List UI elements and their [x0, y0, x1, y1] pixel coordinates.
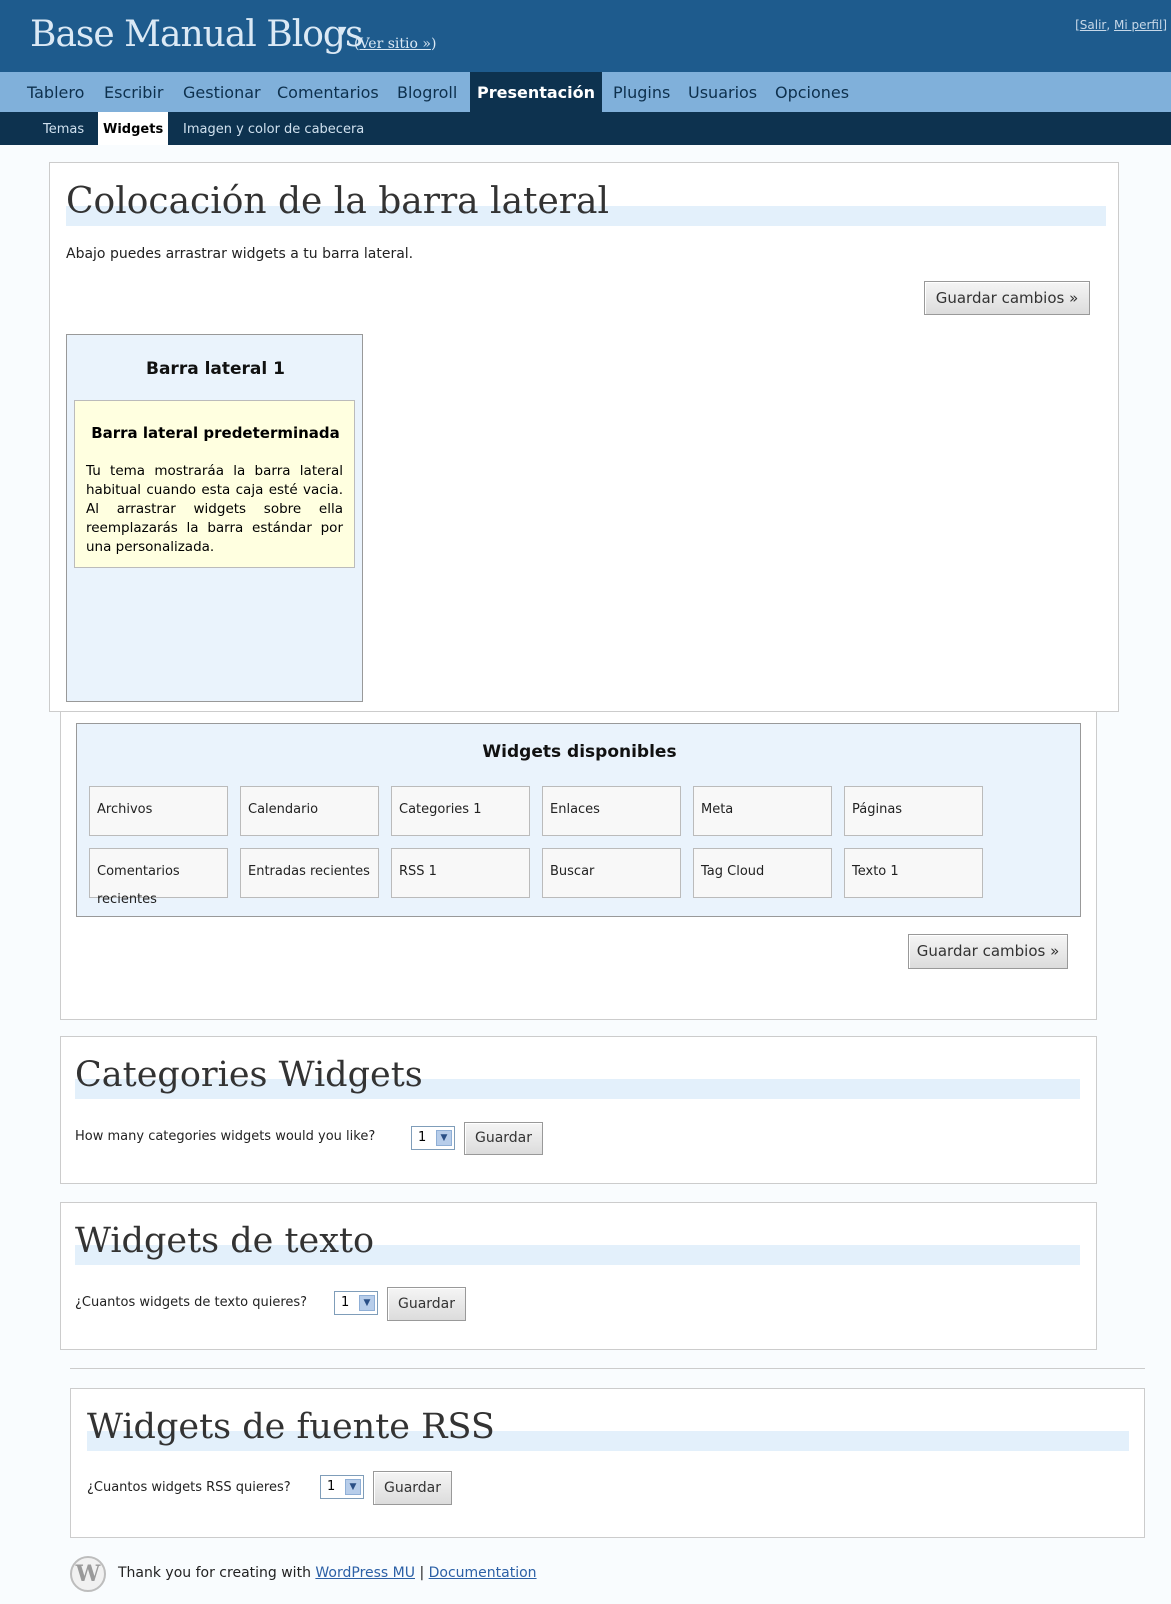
widget-label: Páginas	[852, 802, 903, 817]
widget-tag-cloud[interactable]: Tag Cloud	[693, 848, 832, 898]
widget-enlaces[interactable]: Enlaces	[542, 786, 681, 836]
view-site-link[interactable]: (Ver sitio »)	[354, 36, 436, 52]
categories-widgets-question: How many categories widgets would you li…	[75, 1129, 376, 1144]
default-sidebar-notice: Barra lateral predeterminada Tu tema mos…	[74, 400, 355, 568]
user-links: [Salir, Mi perfil]	[1075, 18, 1167, 32]
save-changes-button-top[interactable]: Guardar cambios »	[924, 281, 1090, 315]
widget-texto[interactable]: Texto 1	[844, 848, 983, 898]
categories-widgets-title: Categories Widgets	[75, 1055, 423, 1095]
view-site-link-text[interactable]: Ver sitio »	[359, 36, 430, 52]
rss-widgets-question: ¿Cuantos widgets RSS quieres?	[87, 1480, 291, 1495]
available-widgets-box: Widgets disponibles Archivos Calendario …	[76, 723, 1081, 917]
widget-label: Buscar	[550, 864, 595, 879]
default-sidebar-title: Barra lateral predeterminada	[91, 424, 340, 442]
nav-presentacion[interactable]: Presentación	[470, 72, 603, 112]
subnav-temas[interactable]: Temas	[38, 112, 89, 145]
main-nav: Tablero Escribir Gestionar Comentarios B…	[0, 72, 1171, 112]
nav-blogroll[interactable]: Blogroll	[390, 72, 464, 112]
chevron-down-icon: ▼	[345, 1479, 361, 1495]
sidebar-title: Barra lateral 1	[146, 359, 285, 379]
sidebar-drop-zone[interactable]: Barra lateral 1 Barra lateral predetermi…	[66, 334, 363, 702]
text-widgets-panel: Widgets de texto ¿Cuantos widgets de tex…	[60, 1202, 1097, 1350]
widget-categories[interactable]: Categories 1	[391, 786, 530, 836]
select-value: 1	[418, 1130, 427, 1145]
available-widgets-title: Widgets disponibles	[482, 742, 677, 762]
sidebar-description: Abajo puedes arrastrar widgets a tu barr…	[66, 246, 414, 262]
nav-comentarios[interactable]: Comentarios	[270, 72, 386, 112]
widget-label: Meta	[701, 802, 734, 817]
footer-thanks: Thank you for creating with	[118, 1565, 316, 1581]
widget-label: Comentarios recientes	[97, 864, 180, 907]
rss-save-button[interactable]: Guardar	[373, 1471, 452, 1505]
text-widgets-question: ¿Cuantos widgets de texto quieres?	[75, 1295, 308, 1310]
logout-link[interactable]: Salir	[1080, 18, 1107, 32]
categories-save-button[interactable]: Guardar	[464, 1122, 543, 1155]
categories-count-select[interactable]: 1 ▼	[411, 1126, 455, 1150]
divider	[70, 1368, 1145, 1369]
chevron-down-icon: ▼	[436, 1130, 452, 1146]
site-title[interactable]: Base Manual Blogs	[30, 14, 363, 55]
nav-opciones[interactable]: Opciones	[768, 72, 856, 112]
rss-widgets-panel: Widgets de fuente RSS ¿Cuantos widgets R…	[70, 1388, 1145, 1538]
chevron-down-icon: ▼	[359, 1295, 375, 1311]
categories-widgets-panel: Categories Widgets How many categories w…	[60, 1036, 1097, 1184]
rss-count-select[interactable]: 1 ▼	[320, 1475, 364, 1499]
profile-link[interactable]: Mi perfil	[1114, 18, 1162, 32]
nav-plugins[interactable]: Plugins	[606, 72, 677, 112]
select-value: 1	[327, 1479, 336, 1494]
nav-tablero[interactable]: Tablero	[20, 72, 91, 112]
wordpress-mu-link[interactable]: WordPress MU	[315, 1565, 415, 1581]
widget-label: Tag Cloud	[701, 864, 765, 879]
widget-calendario[interactable]: Calendario	[240, 786, 379, 836]
widget-label: Enlaces	[550, 802, 600, 817]
widget-entradas-recientes[interactable]: Entradas recientes	[240, 848, 379, 898]
header: Base Manual Blogs ▼ (Ver sitio ») [Salir…	[0, 0, 1171, 72]
widget-label: Calendario	[248, 802, 319, 817]
subnav-imagen-cabecera[interactable]: Imagen y color de cabecera	[178, 112, 369, 145]
user-links-bracket-close: ]	[1162, 18, 1167, 32]
nav-escribir[interactable]: Escribir	[97, 72, 170, 112]
wordpress-logo-icon: W	[70, 1556, 106, 1592]
widget-label: Texto 1	[852, 864, 899, 879]
widget-comentarios-recientes[interactable]: Comentarios recientes	[89, 848, 228, 907]
page-title: Colocación de la barra lateral	[66, 181, 609, 222]
user-links-sep: ,	[1106, 18, 1114, 32]
widget-label: Entradas recientes	[248, 864, 370, 879]
blog-switcher-icon[interactable]: ▼	[338, 24, 346, 37]
widget-label: RSS 1	[399, 864, 437, 879]
view-site-paren-close: )	[430, 36, 437, 52]
sub-nav: Temas Widgets Imagen y color de cabecera	[0, 112, 1171, 145]
text-widgets-title: Widgets de texto	[75, 1221, 375, 1261]
nav-gestionar[interactable]: Gestionar	[176, 72, 268, 112]
documentation-link[interactable]: Documentation	[429, 1565, 537, 1581]
footer-text: Thank you for creating with WordPress MU…	[118, 1565, 537, 1581]
text-count-select[interactable]: 1 ▼	[334, 1291, 378, 1315]
widget-buscar[interactable]: Buscar	[542, 848, 681, 898]
widget-rss[interactable]: RSS 1	[391, 848, 530, 898]
widget-label: Archivos	[97, 802, 153, 817]
widget-archivos[interactable]: Archivos	[89, 786, 228, 836]
widget-paginas[interactable]: Páginas	[844, 786, 983, 836]
footer-separator: |	[415, 1565, 429, 1581]
widget-meta[interactable]: Meta	[693, 786, 832, 836]
rss-widgets-title: Widgets de fuente RSS	[87, 1407, 495, 1447]
subnav-widgets[interactable]: Widgets	[98, 112, 169, 145]
nav-usuarios[interactable]: Usuarios	[681, 72, 764, 112]
save-changes-button-bottom[interactable]: Guardar cambios »	[908, 934, 1068, 969]
text-save-button[interactable]: Guardar	[387, 1287, 466, 1321]
default-sidebar-text: Tu tema mostraráa la barra lateral habit…	[86, 463, 343, 555]
widget-label: Categories 1	[399, 802, 482, 817]
select-value: 1	[341, 1295, 350, 1310]
